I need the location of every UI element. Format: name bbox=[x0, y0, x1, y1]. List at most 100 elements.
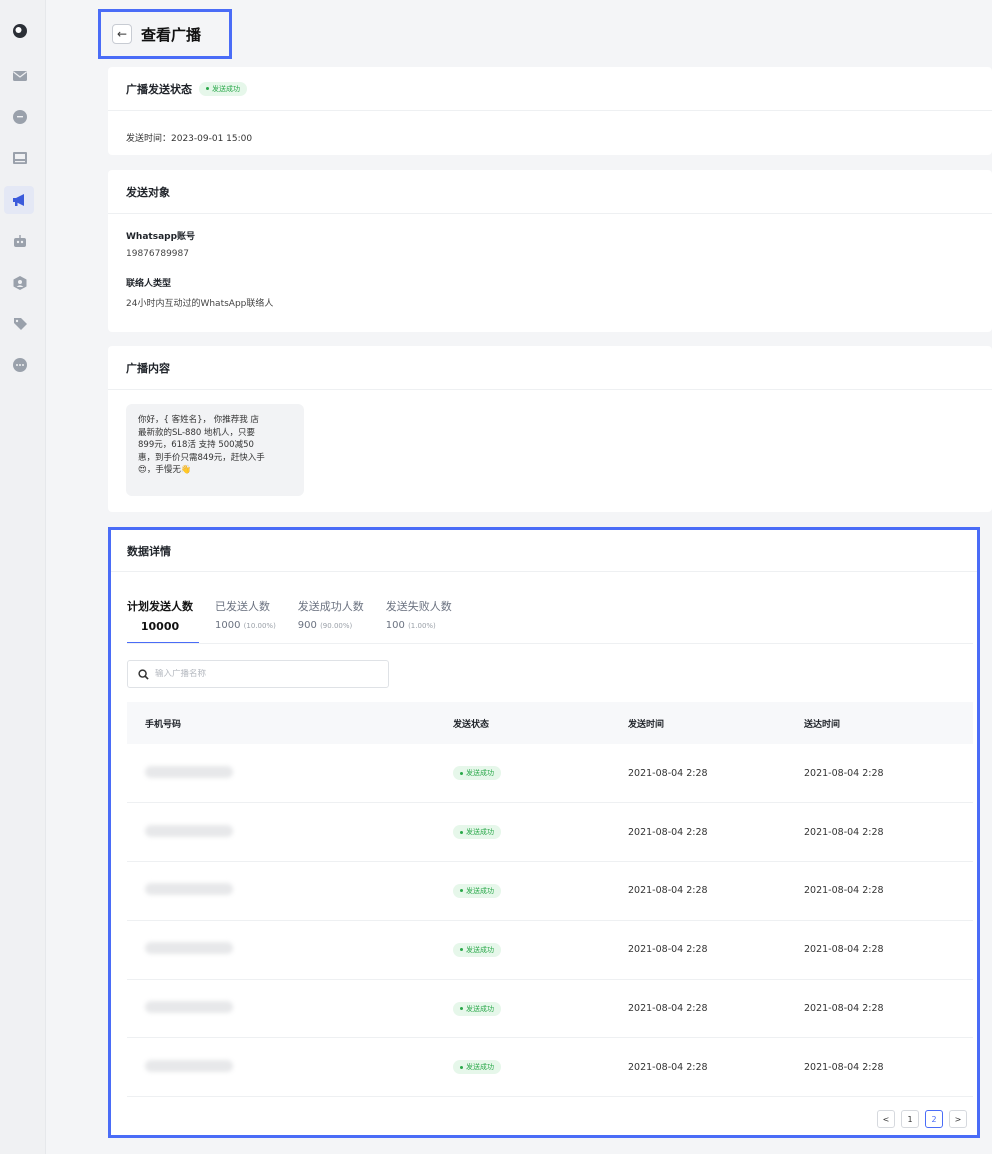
status-label: 发送成功 bbox=[466, 1063, 494, 1072]
table-row[interactable]: 发送成功 2021-08-04 2:28 2021-08-04 2:28 bbox=[127, 862, 973, 921]
tab-count: 900 bbox=[297, 620, 317, 631]
tab-percent: (90.00%) bbox=[320, 622, 353, 630]
redacted-phone bbox=[145, 765, 233, 778]
column-header-phone[interactable]: 手机号码 bbox=[127, 702, 453, 744]
status-card-title: 广播发送状态 bbox=[126, 82, 192, 96]
delivered-time-cell: 2021-08-04 2:28 bbox=[804, 1061, 884, 1073]
tab-value: 10000 bbox=[127, 620, 193, 633]
phone-cell bbox=[127, 803, 453, 862]
search-icon bbox=[138, 668, 149, 680]
account-value: 19876789987 bbox=[126, 249, 189, 259]
tab-count: 100 bbox=[385, 620, 405, 631]
tab-failed[interactable]: 发送失败人数 100 (1.00%) bbox=[386, 598, 452, 633]
status-badge: 发送成功 bbox=[453, 1001, 501, 1016]
target-card-body: Whatsapp账号 19876789987 联络人类型 24小时内互动过的Wh… bbox=[108, 214, 992, 309]
status-cell: 发送成功 bbox=[453, 1038, 628, 1097]
tab-success[interactable]: 发送成功人数 900 (90.00%) bbox=[298, 598, 364, 633]
column-header-delivered-time[interactable]: 送达时间 bbox=[804, 702, 973, 744]
send-time: 发送时间：2023-09-01 15:00 bbox=[126, 134, 253, 144]
delivered-time-cell: 2021-08-04 2:28 bbox=[804, 767, 884, 779]
tag-icon[interactable] bbox=[11, 315, 29, 333]
content-card: 广播内容 你好，{ 客姓名}， 你推荐我 店 最新款的SL-880 地机人，只要… bbox=[108, 346, 992, 512]
arrow-left-icon: ← bbox=[116, 27, 128, 41]
message-line: 惠，到手价只需849元，赶快入手 bbox=[138, 452, 265, 463]
delivered-time-cell: 2021-08-04 2:28 bbox=[804, 885, 884, 897]
tab-value: 1000 (10.00%) bbox=[215, 620, 276, 631]
status-badge-label: 发送成功 bbox=[212, 84, 240, 93]
sent-time-cell: 2021-08-04 2:28 bbox=[628, 1003, 708, 1015]
search-box[interactable] bbox=[127, 660, 389, 688]
phone-cell bbox=[127, 862, 453, 921]
phone-cell bbox=[127, 1038, 453, 1097]
content-card-title: 广播内容 bbox=[126, 361, 170, 375]
redacted-phone bbox=[145, 1001, 233, 1014]
column-header-sent-time[interactable]: 发送时间 bbox=[628, 702, 804, 744]
data-details-card: 数据详情 计划发送人数 10000 已发送人数 1000 (10.00%) 发送… bbox=[108, 527, 980, 1138]
sent-time-cell: 2021-08-04 2:28 bbox=[628, 1061, 708, 1073]
target-card: 发送对象 Whatsapp账号 19876789987 联络人类型 24小时内互… bbox=[108, 170, 992, 332]
mail-icon[interactable] bbox=[11, 67, 29, 85]
table-row[interactable]: 发送成功 2021-08-04 2:28 2021-08-04 2:28 bbox=[127, 803, 973, 862]
target-card-header: 发送对象 bbox=[108, 170, 992, 214]
megaphone-icon[interactable] bbox=[11, 191, 29, 209]
records-table: 手机号码 发送状态 发送时间 送达时间 发送成功 2021-08-04 2:28… bbox=[127, 702, 973, 1097]
status-dot-icon bbox=[460, 1065, 463, 1069]
status-label: 发送成功 bbox=[466, 886, 494, 895]
search-input[interactable] bbox=[155, 669, 355, 679]
more-icon[interactable] bbox=[11, 356, 29, 374]
status-dot-icon bbox=[206, 87, 209, 90]
prev-page-button[interactable]: < bbox=[877, 1110, 895, 1128]
logo-icon[interactable] bbox=[11, 22, 29, 40]
status-label: 发送成功 bbox=[466, 828, 494, 837]
chat-icon[interactable] bbox=[11, 108, 29, 126]
message-line: 最新款的SL-880 地机人，只要 bbox=[138, 427, 255, 438]
tab-percent: (1.00%) bbox=[408, 622, 436, 630]
page-2-button[interactable]: 2 bbox=[925, 1110, 943, 1128]
table-row[interactable]: 发送成功 2021-08-04 2:28 2021-08-04 2:28 bbox=[127, 744, 973, 803]
next-page-button[interactable]: > bbox=[949, 1110, 967, 1128]
sent-time-cell: 2021-08-04 2:28 bbox=[628, 885, 708, 897]
phone-cell bbox=[127, 979, 453, 1038]
message-line: 你好，{ 客姓名}， 你推荐我 店 bbox=[138, 415, 259, 425]
status-badge: 发送成功 bbox=[199, 81, 247, 96]
phone-cell bbox=[127, 920, 453, 979]
tab-sent[interactable]: 已发送人数 1000 (10.00%) bbox=[215, 598, 276, 633]
phone-cell bbox=[127, 744, 453, 803]
status-badge: 发送成功 bbox=[453, 766, 501, 781]
tab-label: 已发送人数 bbox=[215, 600, 270, 613]
tab-count: 1000 bbox=[215, 620, 241, 631]
tab-percent: (10.00%) bbox=[243, 622, 276, 630]
tab-count: 10000 bbox=[140, 620, 180, 633]
contact-type-value: 24小时内互动过的WhatsApp联络人 bbox=[126, 299, 274, 309]
column-header-status[interactable]: 发送状态 bbox=[453, 702, 628, 744]
redacted-phone bbox=[145, 1059, 233, 1072]
status-badge: 发送成功 bbox=[453, 1060, 501, 1075]
status-dot-icon bbox=[460, 1007, 463, 1011]
target-card-title: 发送对象 bbox=[126, 185, 170, 199]
status-dot-icon bbox=[460, 830, 463, 834]
tab-label: 发送成功人数 bbox=[297, 600, 364, 613]
back-button[interactable]: ← bbox=[112, 24, 132, 44]
tab-planned[interactable]: 计划发送人数 10000 bbox=[127, 598, 199, 644]
status-card: 广播发送状态 发送成功 发送时间：2023-09-01 15:00 bbox=[108, 67, 992, 155]
send-time-row: 发送时间：2023-09-01 15:00 bbox=[108, 111, 992, 145]
table-row[interactable]: 发送成功 2021-08-04 2:28 2021-08-04 2:28 bbox=[127, 920, 973, 980]
sent-time-cell: 2021-08-04 2:28 bbox=[628, 944, 708, 956]
redacted-phone bbox=[145, 824, 233, 837]
status-cell: 发送成功 bbox=[453, 862, 628, 921]
sent-time-cell: 2021-08-04 2:28 bbox=[628, 826, 708, 838]
page-title: 查看广播 bbox=[141, 25, 202, 44]
status-badge: 发送成功 bbox=[453, 883, 501, 898]
page-1-button[interactable]: 1 bbox=[901, 1110, 919, 1128]
redacted-phone bbox=[145, 883, 233, 896]
status-badge: 发送成功 bbox=[453, 825, 501, 840]
robot-icon[interactable] bbox=[11, 232, 29, 250]
image-icon[interactable] bbox=[11, 149, 29, 167]
tab-value: 900 (90.00%) bbox=[298, 620, 364, 631]
status-label: 发送成功 bbox=[466, 945, 494, 954]
redacted-phone bbox=[145, 942, 233, 955]
contact-icon[interactable] bbox=[11, 274, 29, 292]
table-row[interactable]: 发送成功 2021-08-04 2:28 2021-08-04 2:28 bbox=[127, 979, 973, 1038]
tabs-divider bbox=[127, 643, 973, 644]
table-row[interactable]: 发送成功 2021-08-04 2:28 2021-08-04 2:28 bbox=[127, 1038, 973, 1097]
